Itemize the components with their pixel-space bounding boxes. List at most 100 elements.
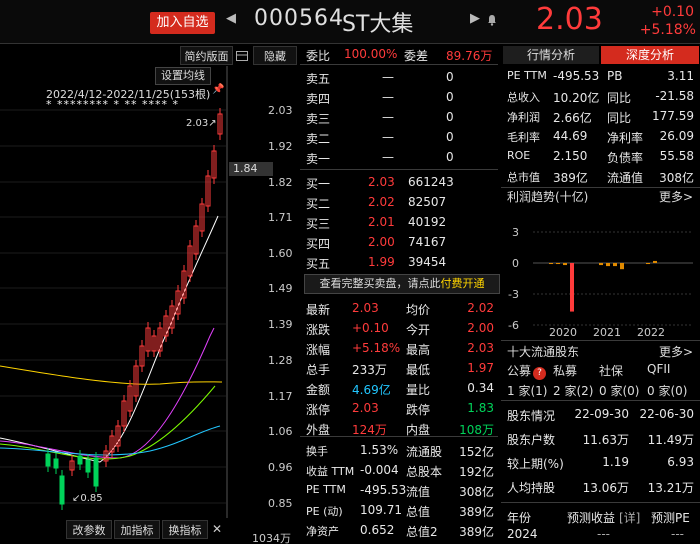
price-tick: 1.92	[268, 140, 293, 153]
holder-count: 0 家(0)	[647, 384, 688, 398]
profit-year-label: 2022	[637, 326, 665, 339]
chart-toolbar: 简约版面 隐藏	[0, 46, 298, 66]
tab-market-analysis[interactable]: 行情分析	[503, 46, 599, 64]
price-tick: 2.03	[268, 104, 293, 117]
simple-layout-button[interactable]: 简约版面	[180, 46, 233, 65]
full-order-book-promo[interactable]: 查看完整买卖盘，请点此付费开通	[304, 274, 500, 294]
valuation-row: 净利润 2.66亿 同比 177.59	[507, 109, 694, 125]
price-tick: 1.82	[268, 176, 293, 189]
add-to-watchlist-button[interactable]: 加入自选	[150, 12, 215, 34]
price-tick: 0.85	[268, 497, 293, 510]
quote-stat-row: 涨停 2.03 跌停 1.83	[306, 401, 494, 417]
fundamental-stat-row: PE TTM -495.53 流值 308亿	[306, 483, 494, 499]
candle-body	[85, 459, 91, 473]
fundamental-stat-row: PE (动) 109.71 总值 389亿	[306, 503, 494, 519]
change-param-button[interactable]: 改参数	[66, 520, 112, 539]
candle-body	[77, 455, 83, 465]
bell-icon[interactable]	[487, 14, 497, 26]
price-tick: 0.96	[268, 461, 293, 474]
quote-stat-row: 总手 233万 最低 1.97	[306, 361, 494, 377]
profit-bar	[556, 263, 560, 265]
candle-body	[45, 453, 51, 467]
price-tick: 1.49	[268, 282, 293, 295]
holder-type-label: 公募?	[507, 362, 547, 380]
ma-line	[0, 385, 216, 460]
paid-upgrade-link[interactable]: 付费开通	[441, 277, 485, 290]
quote-stat-row: 外盘 124万 内盘 108万	[306, 423, 494, 437]
profit-bar	[606, 263, 610, 267]
high-price-label: 2.03↗	[186, 118, 217, 129]
valuation-row: PE TTM -495.53 PB 3.11	[507, 69, 694, 83]
switch-indicator-button[interactable]: 换指标	[162, 520, 208, 539]
price-tick: 1.39	[268, 318, 293, 331]
quote-stat-row: 涨幅 +5.18% 最高 2.03	[306, 341, 494, 357]
ask-level-row: 卖五 — 0	[306, 70, 454, 86]
profit-y-tick: -6	[508, 319, 519, 332]
low-price-label: ↙0.85	[72, 493, 103, 504]
current-price-tag: 1.84	[229, 162, 273, 176]
holder-count: 1 家(1)	[507, 384, 548, 398]
analysis-panel: 行情分析 深度分析 PE TTM -495.53 PB 3.11 总收入 10.…	[501, 44, 700, 544]
hide-button[interactable]: 隐藏	[253, 46, 297, 65]
holder-stat-row: 股东户数 11.63万 11.49万	[507, 433, 694, 447]
profit-bar	[599, 263, 603, 266]
profit-y-tick: 0	[512, 257, 519, 270]
add-indicator-button[interactable]: 加指标	[114, 520, 160, 539]
price-tick: 1.17	[268, 390, 293, 403]
profit-bar	[653, 260, 657, 263]
layout-icon[interactable]	[236, 50, 250, 62]
candle-body	[59, 475, 65, 505]
holder-type-label: 私募	[553, 364, 578, 378]
holder-type-label: QFII	[647, 362, 671, 376]
order-book-panel: 委比 100.00% 委差 89.76万 卖五 — 0 卖四 — 0 卖三 — …	[300, 44, 500, 544]
holder-type-label: 社保	[599, 364, 624, 378]
valuation-row: 总市值 389亿 流通值 308亿	[507, 171, 694, 185]
indicator-bar: 改参数 加指标 换指标 ✕ 1034万	[0, 518, 298, 544]
help-icon[interactable]: ?	[533, 367, 547, 380]
volume-label: 1034万	[252, 532, 291, 544]
profit-more-link[interactable]: 更多>	[659, 188, 693, 205]
fundamental-stat-row: 净资产 0.652 总值2 389亿	[306, 523, 494, 539]
close-indicator-icon[interactable]: ✕	[212, 522, 222, 536]
bid-level-row: 买一 2.03 661243	[306, 175, 454, 191]
holder-count: 2 家(2)	[553, 384, 594, 398]
last-price: 2.03	[536, 2, 603, 37]
bid-level-row: 买五 1.99 39454	[306, 255, 447, 271]
stock-header: 加入自选 ◀ 000564 ST大集 ▶ 2.03 +0.10 +5.18%	[0, 0, 700, 44]
holder-stat-row: 股东情况 22-09-30 22-06-30	[507, 407, 694, 423]
more-arrow-icon: >	[683, 190, 694, 204]
bid-level-row: 买三 2.01 40192	[306, 215, 447, 231]
previous-stock-icon[interactable]: ◀	[226, 11, 236, 26]
price-tick: 1.71	[268, 211, 293, 224]
valuation-row: 毛利率 44.69 净利率 26.09	[507, 129, 694, 145]
ask-level-row: 卖四 — 0	[306, 90, 454, 106]
profit-trend-chart: 3 0 -3 -6 2020 2021 2022	[508, 226, 693, 339]
stock-name: ST大集	[342, 12, 414, 37]
valuation-row: 总收入 10.20亿 同比 -21.58	[507, 89, 694, 105]
tab-deep-analysis[interactable]: 深度分析	[601, 46, 699, 64]
price-tick: 1.28	[268, 354, 293, 367]
profit-year-label: 2020	[549, 326, 577, 339]
ask-level-row: 卖一 — 0	[306, 150, 454, 166]
ma-line	[0, 327, 215, 459]
ask-level-row: 卖三 — 0	[306, 110, 454, 126]
holders-more-link[interactable]: 更多>	[659, 343, 693, 360]
fundamental-stat-row: 换手 1.53% 流通股 152亿	[306, 443, 494, 459]
profit-bar	[570, 263, 574, 312]
stock-code: 000564	[254, 6, 344, 31]
profit-bar	[646, 263, 650, 265]
kline-chart[interactable]: 2.03 1.92 1.82 1.71 1.60 1.49 1.39 1.28 1.17 1.06…	[0, 66, 298, 518]
bid-level-row: 买四 2.00 74167	[306, 235, 447, 251]
price-tick: 1.06	[268, 425, 293, 438]
price-change: +0.10	[651, 4, 694, 20]
profit-bar	[563, 263, 567, 266]
order-ratio-row: 委比 100.00% 委差 89.76万	[306, 47, 493, 63]
quote-stat-row: 最新 2.03 均价 2.02	[306, 301, 494, 317]
price-change-percent: +5.18%	[639, 22, 696, 38]
candlesticks	[45, 108, 223, 510]
ask-level-row: 卖二 — 0	[306, 130, 454, 146]
candle-body	[93, 457, 99, 487]
next-stock-icon[interactable]: ▶	[470, 11, 480, 26]
holder-stat-row: 人均持股 13.06万 13.21万	[507, 481, 694, 495]
quote-stat-row: 金额 4.69亿 量比 0.34	[306, 381, 494, 397]
